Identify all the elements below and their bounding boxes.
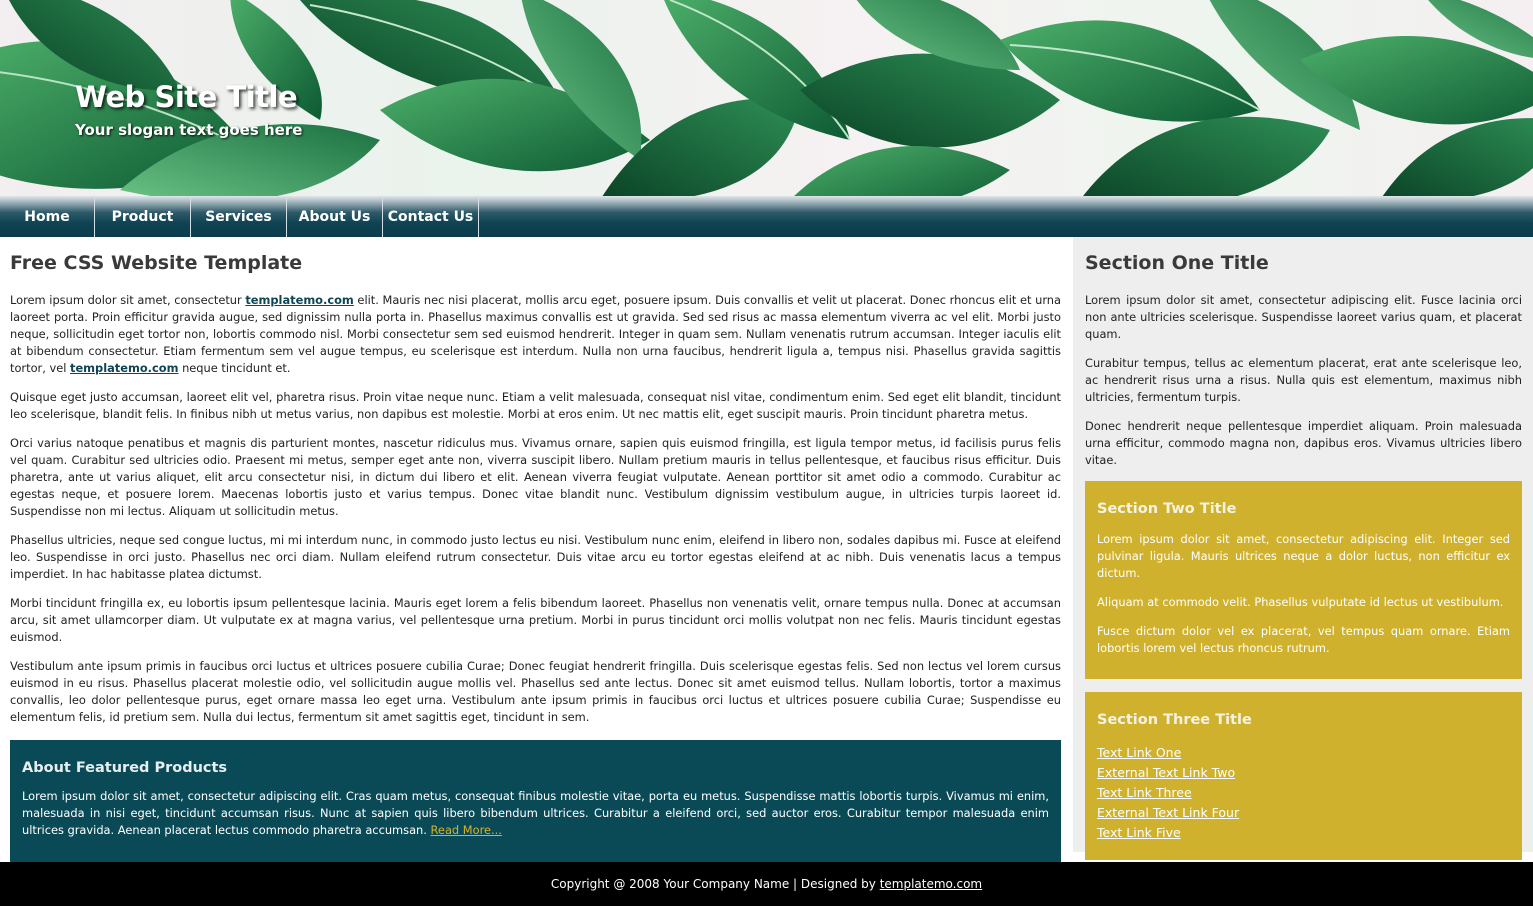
paragraph-3: Orci varius natoque penatibus et magnis … (10, 436, 1061, 518)
nav-item-home[interactable]: Home (0, 196, 95, 237)
featured-text: Lorem ipsum dolor sit amet, consectetur … (22, 789, 1049, 837)
featured-products-box: About Featured Products Lorem ipsum dolo… (10, 740, 1061, 862)
sidebar: Section One Title Lorem ipsum dolor sit … (1085, 237, 1522, 873)
section-three-title: Section Three Title (1097, 712, 1252, 728)
external-text-link-two[interactable]: External Text Link Two (1097, 765, 1235, 780)
section-two-title: Section Two Title (1097, 501, 1237, 517)
templatemo-link[interactable]: templatemo.com (245, 293, 353, 307)
section-one-title: Section One Title (1085, 252, 1269, 274)
footer: Copyright @ 2008 Your Company Name | Des… (0, 862, 1533, 906)
section-two-paragraph: Lorem ipsum dolor sit amet, consectetur … (1097, 532, 1510, 580)
section-two-paragraph: Aliquam at commodo velit. Phasellus vulp… (1097, 595, 1504, 609)
section-one-paragraph: Lorem ipsum dolor sit amet, consectetur … (1085, 293, 1522, 341)
section-one-paragraph: Curabitur tempus, tellus ac elementum pl… (1085, 356, 1522, 404)
nav-item-contact-us[interactable]: Contact Us (383, 196, 479, 237)
header-banner: Web Site Title Your slogan text goes her… (0, 0, 1533, 196)
list-item: Text Link Three (1097, 782, 1510, 802)
main-title: Free CSS Website Template (10, 252, 303, 274)
main-nav: Home Product Services About Us Contact U… (0, 196, 1533, 237)
text-link-three[interactable]: Text Link Three (1097, 785, 1192, 800)
nav-item-services[interactable]: Services (191, 196, 287, 237)
external-text-link-four[interactable]: External Text Link Four (1097, 805, 1239, 820)
paragraph-2: Quisque eget justo accumsan, laoreet eli… (10, 390, 1061, 421)
section-two-box: Section Two Title Lorem ipsum dolor sit … (1085, 481, 1522, 679)
footer-templatemo-link[interactable]: templatemo.com (880, 877, 982, 891)
site-slogan: Your slogan text goes here (75, 121, 303, 139)
link-list: Text Link One External Text Link Two Tex… (1097, 742, 1510, 850)
section-two-paragraph: Fusce dictum dolor vel ex placerat, vel … (1097, 624, 1510, 655)
section-three-box: Section Three Title Text Link One Extern… (1085, 692, 1522, 860)
read-more-link[interactable]: Read More... (431, 823, 502, 837)
site-title: Web Site Title (75, 80, 298, 114)
paragraph-5: Morbi tincidunt fringilla ex, eu loborti… (10, 596, 1061, 644)
list-item: Text Link One (1097, 742, 1510, 762)
copyright-text: Copyright @ 2008 Your Company Name | Des… (550, 877, 880, 891)
text-link-five[interactable]: Text Link Five (1097, 825, 1181, 840)
templatemo-link[interactable]: templatemo.com (70, 361, 178, 375)
section-one-paragraph: Donec hendrerit neque pellentesque imper… (1085, 419, 1522, 467)
paragraph-4: Phasellus ultricies, neque sed congue lu… (10, 533, 1061, 581)
main-content: Free CSS Website Template Lorem ipsum do… (10, 237, 1061, 862)
paragraph-6: Vestibulum ante ipsum primis in faucibus… (10, 659, 1061, 724)
paragraph-1: Lorem ipsum dolor sit amet, consectetur … (10, 293, 1061, 375)
nav-item-product[interactable]: Product (95, 196, 191, 237)
featured-title: About Featured Products (22, 760, 228, 776)
list-item: External Text Link Four (1097, 802, 1510, 822)
text-link-one[interactable]: Text Link One (1097, 745, 1181, 760)
nav-item-about-us[interactable]: About Us (287, 196, 383, 237)
list-item: External Text Link Two (1097, 762, 1510, 782)
list-item: Text Link Five (1097, 822, 1510, 842)
